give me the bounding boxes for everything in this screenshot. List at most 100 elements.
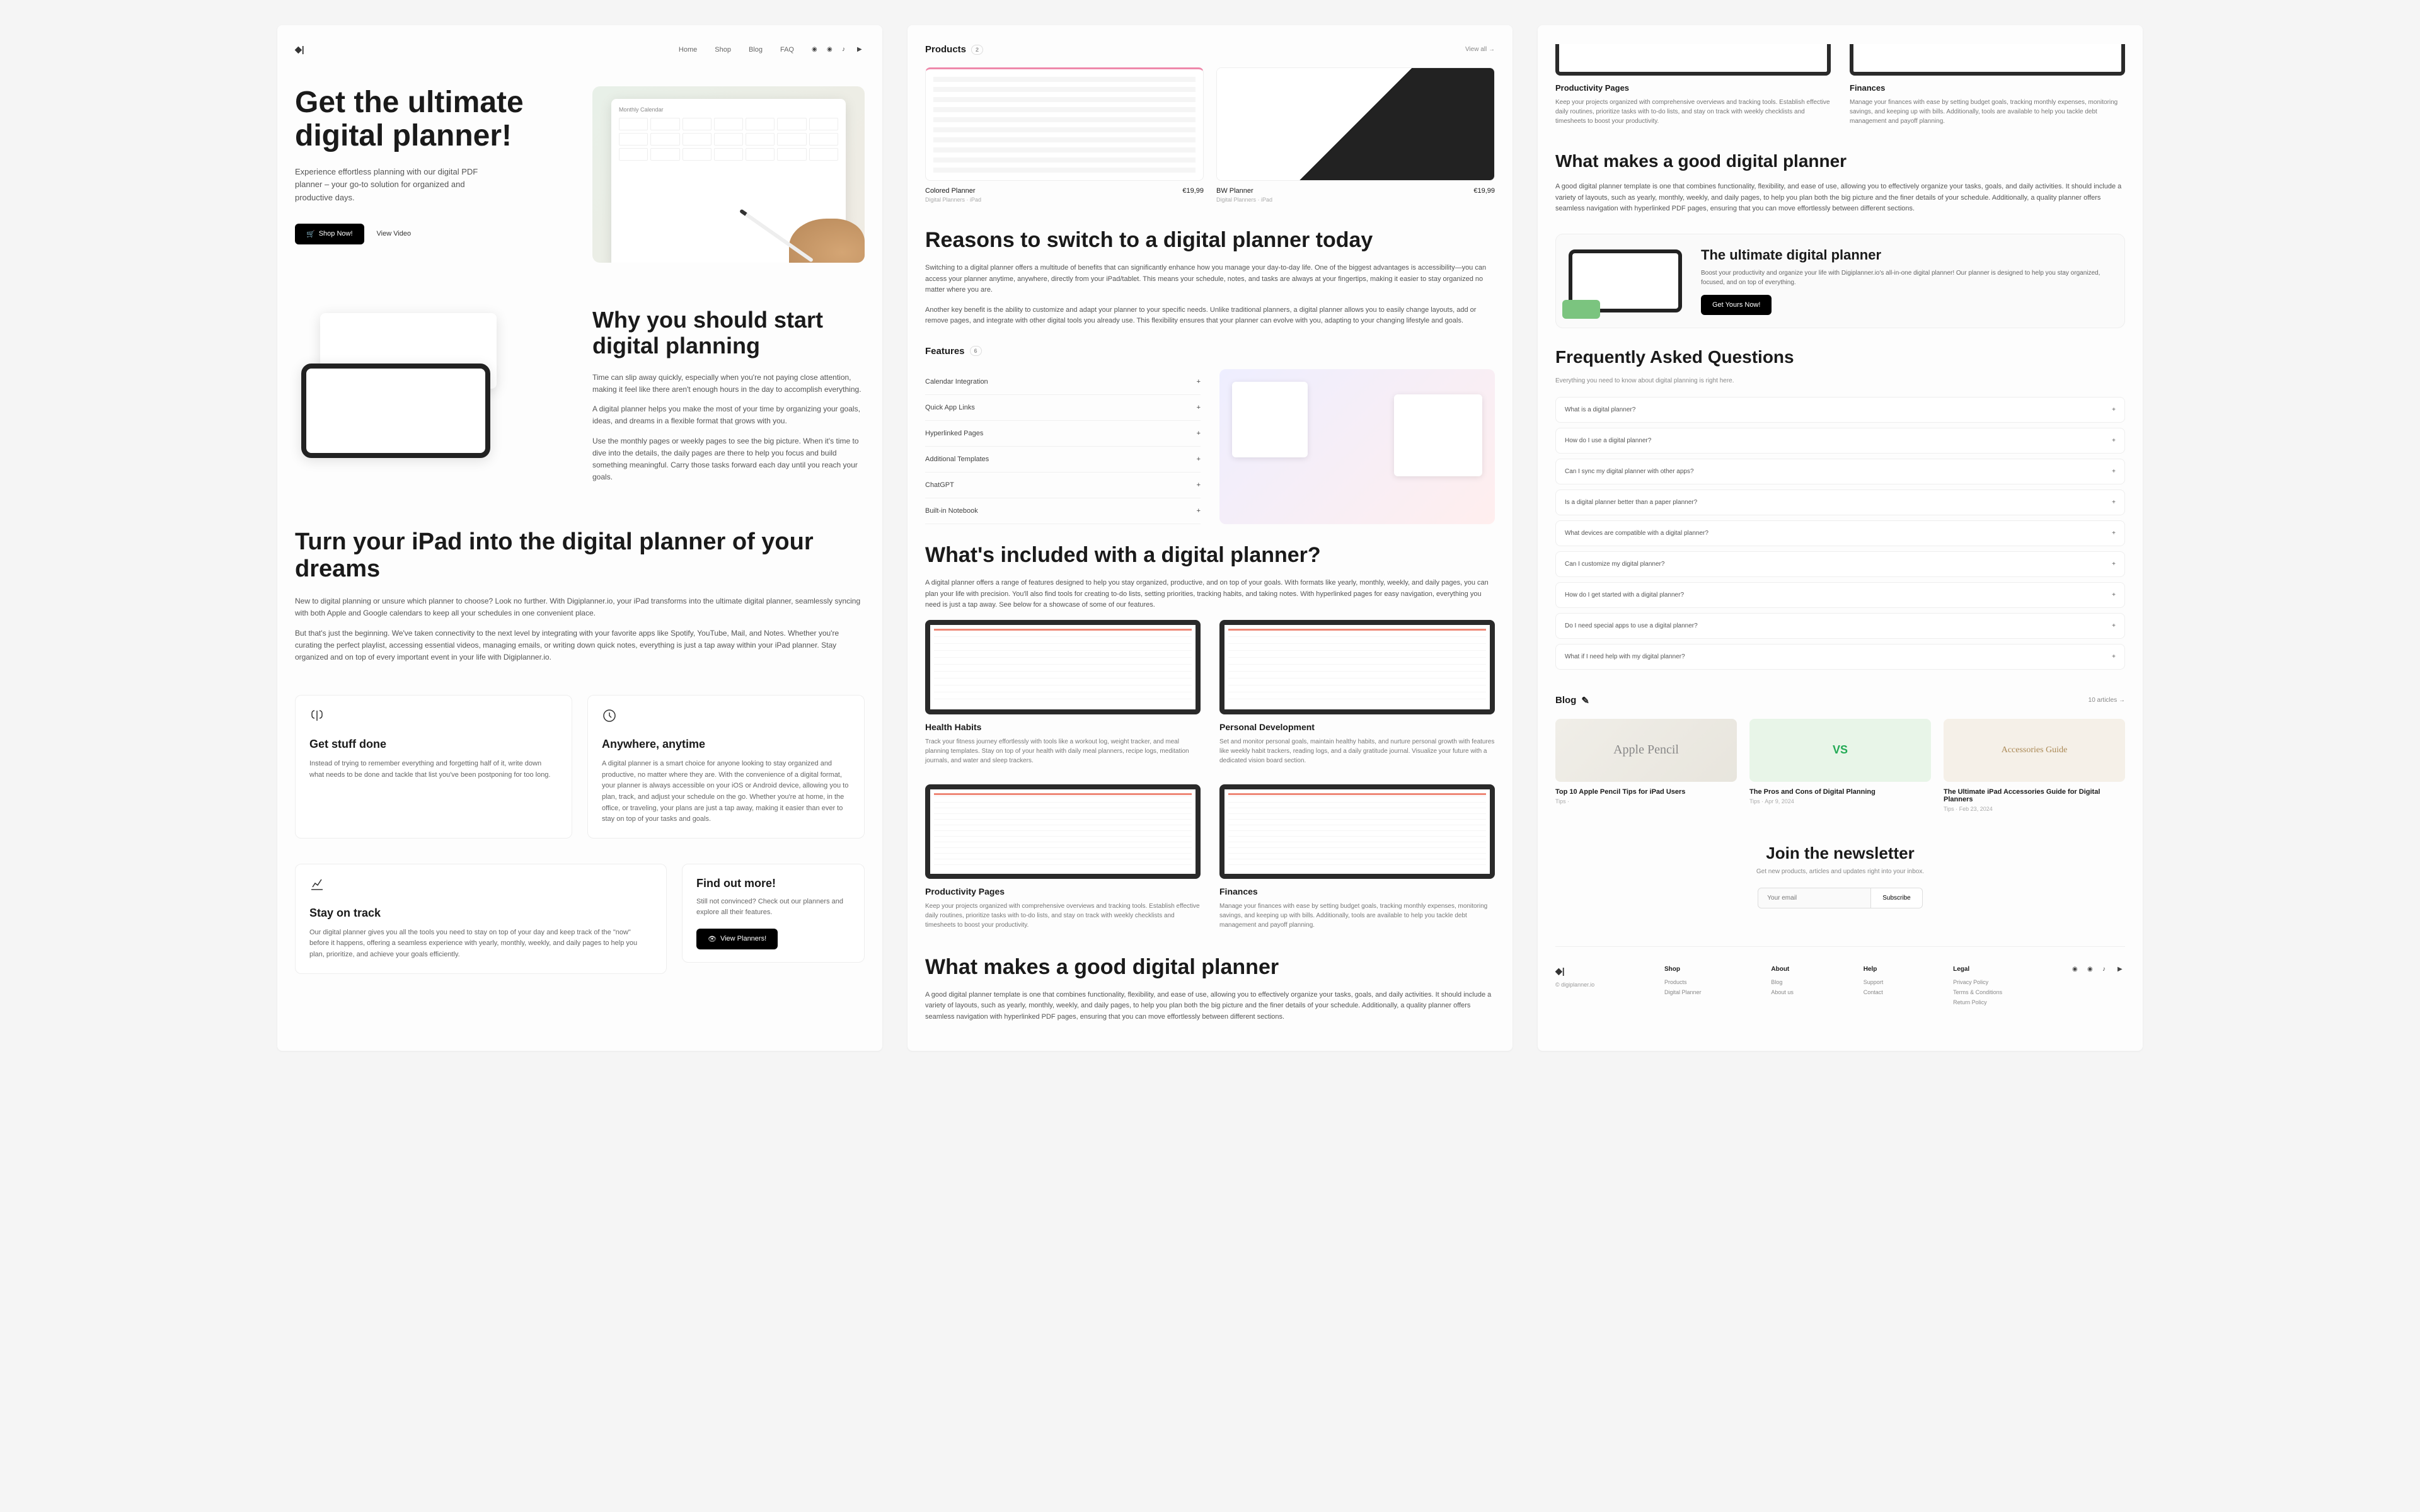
accordion-item[interactable]: Built-in Notebook+ [925, 498, 1201, 524]
included-card-title: Productivity Pages [925, 886, 1201, 896]
blog-card-title: The Ultimate iPad Accessories Guide for … [1944, 788, 2125, 803]
p3-card: Finances Manage your finances with ease … [1850, 44, 2125, 126]
faq-item[interactable]: What is a digital planner?+ [1555, 397, 2125, 423]
footer-link[interactable]: Blog [1771, 979, 1794, 985]
why-p2: A digital planner helps you make the mos… [592, 403, 865, 427]
blog-image: Accessories Guide [1944, 719, 2125, 782]
included-image [925, 620, 1201, 714]
included-card-desc: Track your fitness journey effortlessly … [925, 737, 1201, 765]
plus-icon: + [2112, 437, 2116, 444]
included-image [925, 784, 1201, 879]
accordion-item[interactable]: Hyperlinked Pages+ [925, 421, 1201, 447]
goodplanner-title2: What makes a good digital planner [1555, 151, 2125, 171]
nav: Home Shop Blog FAQ ◉ ◉ ♪ ▶ [679, 46, 865, 54]
nav-home[interactable]: Home [679, 46, 697, 54]
blog-card[interactable]: Accessories Guide The Ultimate iPad Acce… [1944, 719, 2125, 812]
footer-link[interactable]: Support [1864, 979, 1884, 985]
why-p3: Use the monthly pages or weekly pages to… [592, 435, 865, 484]
blog-row: Apple Pencil Top 10 Apple Pencil Tips fo… [1555, 719, 2125, 812]
footer-link[interactable]: Privacy Policy [1953, 979, 2002, 985]
tiktok-icon[interactable]: ♪ [842, 46, 850, 54]
faq-item[interactable]: Can I sync my digital planner with other… [1555, 459, 2125, 484]
included-image [1219, 784, 1495, 879]
cta-image [1569, 249, 1682, 312]
faq-subtitle: Everything you need to know about digita… [1555, 377, 2125, 384]
youtube-icon[interactable]: ▶ [857, 46, 865, 54]
feature-card: Get stuff done Instead of trying to reme… [295, 695, 572, 839]
goodplanner-p1: A good digital planner template is one t… [925, 990, 1495, 1023]
accordion-item[interactable]: ChatGPT+ [925, 472, 1201, 498]
view-planners-button[interactable]: 👁View Planners! [696, 929, 778, 949]
pinterest-icon[interactable]: ◉ [827, 46, 834, 54]
included-card-desc: Manage your finances with ease by settin… [1219, 902, 1495, 930]
instagram-icon[interactable]: ◉ [2072, 966, 2080, 973]
product-card[interactable]: BW Planner€19,99 Digital Planners · iPad [1216, 67, 1495, 203]
subscribe-button[interactable]: Subscribe [1871, 888, 1922, 908]
reasons-title: Reasons to switch to a digital planner t… [925, 228, 1495, 253]
p3-image [1850, 44, 2125, 76]
page-3: Productivity Pages Keep your projects or… [1538, 25, 2143, 1051]
faq-item[interactable]: How do I use a digital planner?+ [1555, 428, 2125, 454]
goodplanner-title: What makes a good digital planner [925, 955, 1495, 980]
feature-desc: A digital planner is a smart choice for … [602, 759, 850, 825]
included-card: Finances Manage your finances with ease … [1219, 784, 1495, 930]
blog-card[interactable]: VS The Pros and Cons of Digital Planning… [1749, 719, 1931, 812]
included-title: What's included with a digital planner? [925, 543, 1495, 568]
p3-top-cards: Productivity Pages Keep your projects or… [1555, 44, 2125, 126]
accordion-item[interactable]: Additional Templates+ [925, 447, 1201, 472]
p3-card-desc: Keep your projects organized with compre… [1555, 98, 1831, 126]
shop-now-button[interactable]: 🛒Shop Now! [295, 224, 364, 244]
footer-link[interactable]: Return Policy [1953, 999, 2002, 1005]
faq-item[interactable]: What if I need help with my digital plan… [1555, 644, 2125, 670]
blog-card[interactable]: Apple Pencil Top 10 Apple Pencil Tips fo… [1555, 719, 1737, 812]
plus-icon: + [1197, 481, 1201, 489]
get-yours-button[interactable]: Get Yours Now! [1701, 295, 1772, 315]
email-input[interactable] [1758, 888, 1871, 908]
faq-item[interactable]: Is a digital planner better than a paper… [1555, 490, 2125, 515]
youtube-icon[interactable]: ▶ [2118, 966, 2125, 973]
header: ◆| Home Shop Blog FAQ ◉ ◉ ♪ ▶ [295, 44, 865, 55]
product-price: €19,99 [1182, 187, 1204, 195]
hero: Get the ultimate digital planner! Experi… [295, 86, 865, 263]
tiktok-icon[interactable]: ♪ [2102, 966, 2110, 973]
footer-link[interactable]: Terms & Conditions [1953, 989, 2002, 995]
faq-item[interactable]: What devices are compatible with a digit… [1555, 520, 2125, 546]
products-header: Products2 View all → [925, 44, 1495, 55]
findout-card: Find out more! Still not convinced? Chec… [682, 864, 865, 963]
product-card[interactable]: Colored Planner€19,99 Digital Planners ·… [925, 67, 1204, 203]
pinterest-icon[interactable]: ◉ [2087, 966, 2095, 973]
view-video-link[interactable]: View Video [377, 230, 412, 238]
p3-card: Productivity Pages Keep your projects or… [1555, 44, 1831, 126]
p3-card-title: Finances [1850, 83, 2125, 93]
product-image [1216, 67, 1495, 181]
accordion-item[interactable]: Calendar Integration+ [925, 369, 1201, 395]
page-2: Products2 View all → Colored Planner€19,… [908, 25, 1512, 1051]
blog-card-title: Top 10 Apple Pencil Tips for iPad Users [1555, 788, 1737, 796]
footer-link[interactable]: Products [1664, 979, 1702, 985]
blog-count-link[interactable]: 10 articles → [2089, 697, 2125, 704]
features-grid: Get stuff done Instead of trying to reme… [295, 695, 865, 839]
faq-item[interactable]: How do I get started with a digital plan… [1555, 582, 2125, 608]
nav-blog[interactable]: Blog [749, 46, 763, 54]
footer-link[interactable]: Contact [1864, 989, 1884, 995]
included-card: Personal Development Set and monitor per… [1219, 620, 1495, 765]
ipad-title: Turn your iPad into the digital planner … [295, 529, 865, 583]
feature-desc: Our digital planner gives you all the to… [309, 927, 652, 961]
blog-image: VS [1749, 719, 1931, 782]
instagram-icon[interactable]: ◉ [812, 46, 819, 54]
nav-faq[interactable]: FAQ [780, 46, 794, 54]
logo[interactable]: ◆| [295, 44, 304, 55]
eye-icon: 👁 [708, 935, 717, 943]
product-image [925, 67, 1204, 181]
plus-icon: + [1197, 378, 1201, 386]
nav-shop[interactable]: Shop [715, 46, 731, 54]
footer-link[interactable]: Digital Planner [1664, 989, 1702, 995]
accordion-item[interactable]: Quick App Links+ [925, 395, 1201, 421]
faq-item[interactable]: Can I customize my digital planner?+ [1555, 551, 2125, 577]
faq-item[interactable]: Do I need special apps to use a digital … [1555, 613, 2125, 639]
footer-link[interactable]: About us [1771, 989, 1794, 995]
products-viewall-link[interactable]: View all → [1465, 46, 1495, 53]
clock-icon [602, 708, 617, 723]
accordion-preview [1219, 369, 1495, 524]
included-desc: A digital planner offers a range of feat… [925, 578, 1495, 611]
